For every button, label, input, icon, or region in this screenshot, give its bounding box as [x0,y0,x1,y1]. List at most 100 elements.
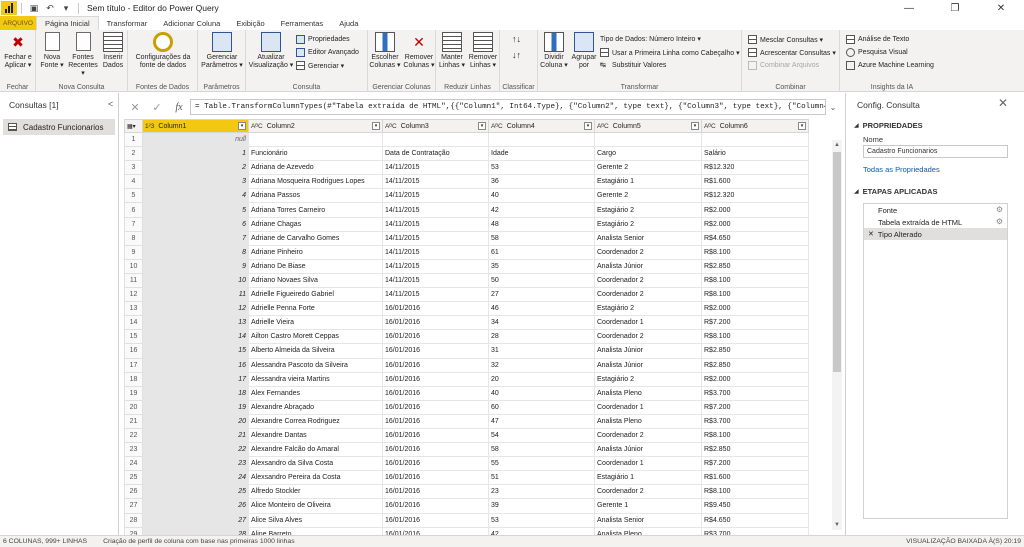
table-cell[interactable]: 14/11/2015 [382,287,489,303]
table-cell[interactable]: 14/11/2015 [382,174,489,190]
choose-columns-button[interactable]: Escolher Colunas ▾ [369,32,401,70]
column-header[interactable]: AᴮC Column4 ▾ [488,119,595,133]
table-cell[interactable]: 14/11/2015 [382,160,489,176]
table-cell[interactable]: Adriane Chagas [248,216,383,232]
table-cell[interactable]: Alfredo Stockler [248,484,383,500]
table-cell[interactable]: R$8.100 [701,244,809,260]
table-cell[interactable]: Gerente 2 [594,160,702,176]
chevron-down-icon[interactable]: ⌄ [826,103,840,112]
table-cell[interactable]: 16/01/2016 [382,456,489,472]
table-cell[interactable]: R$3.700 [701,385,809,401]
table-cell[interactable]: 19 [142,399,249,415]
table-cell[interactable]: R$2.000 [701,216,809,232]
table-cell[interactable]: Adriana Torres Carneiro [248,202,383,218]
table-cell[interactable]: 14 [142,329,249,345]
table-cell[interactable]: 16/01/2016 [382,498,489,514]
table-cell[interactable]: 16/01/2016 [382,371,489,387]
table-cell[interactable]: 16/01/2016 [382,399,489,415]
table-cell[interactable]: R$3.700 [701,526,809,535]
table-cell[interactable]: Alexandre Correa Rodriguez [248,413,383,429]
scroll-down-icon[interactable]: ▼ [832,520,842,530]
table-cell[interactable]: 28 [488,329,595,345]
all-properties-link[interactable]: Todas as Propriedades [863,165,940,174]
table-cell[interactable]: Ailton Castro Morett Ceppas [248,329,383,345]
enter-data-button[interactable]: Inserir Dados [100,32,126,70]
table-cell[interactable]: 31 [488,343,595,359]
table-cell[interactable]: R$2.000 [701,301,809,317]
table-cell[interactable]: 16/01/2016 [382,526,489,535]
query-item[interactable]: Cadastro Funcionarios [3,119,115,135]
table-cell[interactable]: 53 [488,160,595,176]
applied-step[interactable]: Tabela extraída de HTML ⚙ [864,216,1007,228]
column-header[interactable]: AᴮC Column2 ▾ [248,119,383,133]
table-cell[interactable]: Coordenador 2 [594,244,702,260]
combine-files-button[interactable]: Combinar Arquivos [748,61,819,70]
table-cell[interactable]: 14/11/2015 [382,188,489,204]
table-cell[interactable]: 16/01/2016 [382,442,489,458]
status-profiling[interactable]: Criação de perfil de coluna com base nas… [103,538,295,545]
table-cell[interactable]: 60 [488,399,595,415]
table-cell[interactable]: R$4.650 [701,230,809,246]
query-name-input[interactable]: Cadastro Funcionarios [863,145,1008,158]
table-cell[interactable]: 40 [488,188,595,204]
quick-access-dropdown-icon[interactable]: ▾ [58,1,74,15]
table-cell[interactable]: Coordenador 2 [594,329,702,345]
filter-dropdown-icon[interactable]: ▾ [798,122,806,130]
table-cell[interactable]: 16/01/2016 [382,413,489,429]
table-cell[interactable]: 16/01/2016 [382,512,489,528]
table-cell[interactable]: 8 [142,244,249,260]
table-cell[interactable]: Coordenador 2 [594,272,702,289]
close-window-button[interactable]: ✕ [978,0,1024,16]
table-cell[interactable]: Analista Pleno [594,526,702,535]
table-cell[interactable]: Analista Júnior [594,442,702,458]
table-cell[interactable]: 16/01/2016 [382,343,489,359]
table-cell[interactable] [701,131,809,148]
column-header[interactable]: AᴮC Column5 ▾ [594,119,702,133]
table-cell[interactable]: 58 [488,442,595,458]
table-cell[interactable]: Alberto Almeida da Silveira [248,343,383,359]
table-cell[interactable]: 14/11/2015 [382,230,489,246]
data-type-dropdown[interactable]: Tipo de Dados: Número Inteiro ▾ [600,35,701,43]
table-cell[interactable]: Alexandre Dantas [248,427,383,444]
properties-section-header[interactable]: ◢ PROPRIEDADES [854,121,923,130]
table-cell[interactable]: 54 [488,427,595,444]
table-cell[interactable]: Analista Júnior [594,258,702,274]
table-cell[interactable]: 40 [488,385,595,401]
table-cell[interactable]: Estagiário 1 [594,174,702,190]
formula-input[interactable]: = Table.TransformColumnTypes(#"Tabela ex… [190,99,826,115]
table-cell[interactable]: R$1.600 [701,174,809,190]
table-cell[interactable]: Analista Senior [594,512,702,528]
table-cell[interactable]: 11 [142,287,249,303]
filter-dropdown-icon[interactable]: ▾ [691,122,699,130]
fx-icon[interactable]: fx [168,102,190,113]
table-cell[interactable]: R$9.450 [701,498,809,514]
table-cell[interactable]: Gerente 2 [594,188,702,204]
refresh-preview-button[interactable]: Atualizar Visualização ▾ [248,32,294,70]
table-cell[interactable]: Adriano Novaes Silva [248,272,383,289]
table-cell[interactable]: R$3.700 [701,413,809,429]
table-cell[interactable]: 16/01/2016 [382,427,489,444]
manage-parameters-button[interactable]: Gerenciar Parâmetros ▾ [199,32,245,70]
table-cell[interactable]: R$8.100 [701,484,809,500]
table-cell[interactable]: Gerente 1 [594,498,702,514]
table-cell[interactable]: 24 [142,470,249,486]
column-header[interactable]: 1²3 Column1 ▾ [142,119,249,133]
undo-icon[interactable]: ↶ [42,1,58,15]
save-icon[interactable]: ▣ [26,1,42,15]
table-cell[interactable]: 5 [142,202,249,218]
table-cell[interactable]: 36 [488,174,595,190]
table-cell[interactable]: Aline Barreto [248,526,383,535]
table-cell[interactable]: 16 [142,357,249,373]
delete-step-icon[interactable]: ✕ [868,230,874,238]
table-cell[interactable]: 21 [142,427,249,444]
table-cell[interactable]: R$8.100 [701,329,809,345]
append-queries-button[interactable]: Acrescentar Consultas ▾ [748,48,836,57]
table-cell[interactable]: Alexandre Abraçado [248,399,383,415]
tab-transformar[interactable]: Transformar [99,16,156,30]
scrollbar-thumb[interactable] [833,152,841,372]
table-cell[interactable] [248,131,383,148]
table-cell[interactable]: 32 [488,357,595,373]
table-cell[interactable]: 28 [142,526,249,535]
select-all-corner[interactable]: ▦▾ [124,119,143,133]
table-cell[interactable]: Alice Monteiro de Oliveira [248,498,383,514]
